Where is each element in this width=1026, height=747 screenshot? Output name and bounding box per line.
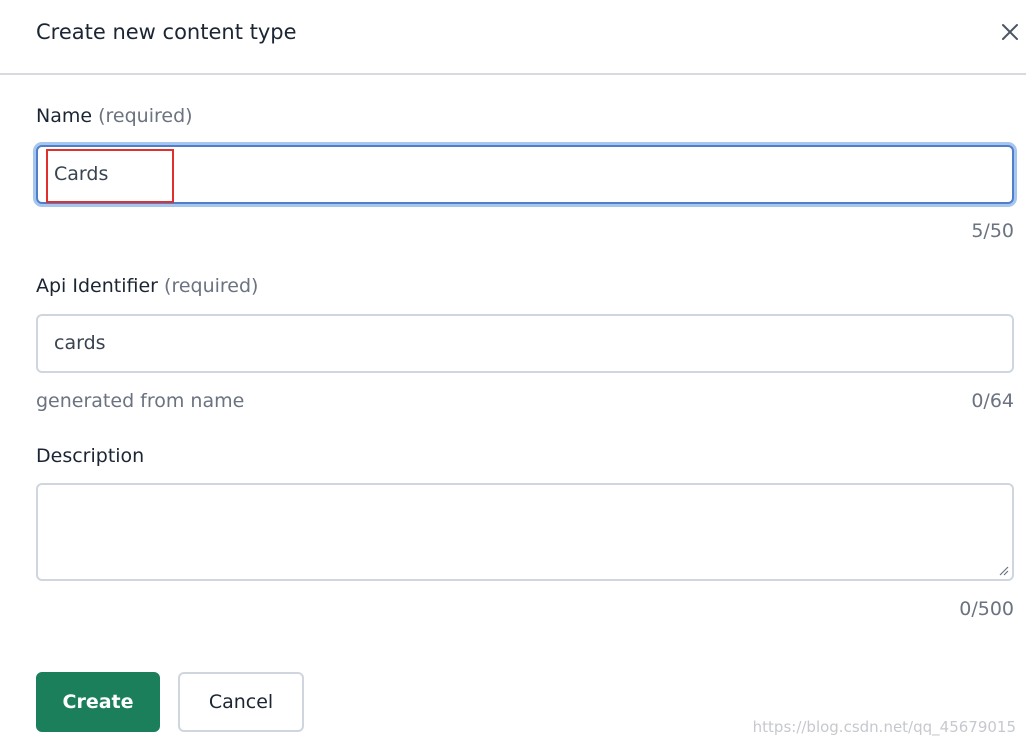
description-counter: 0/500 bbox=[959, 598, 1014, 620]
api-identifier-hint: generated from name bbox=[36, 390, 245, 412]
api-identifier-label-text: Api Identifier bbox=[36, 275, 158, 297]
api-identifier-input[interactable]: cards bbox=[36, 314, 1014, 373]
api-identifier-input-value: cards bbox=[54, 332, 106, 354]
close-icon[interactable] bbox=[1000, 22, 1020, 42]
description-label-text: Description bbox=[36, 445, 145, 467]
highlight-box bbox=[46, 149, 174, 203]
description-textarea[interactable] bbox=[36, 483, 1014, 581]
name-label-text: Name bbox=[36, 105, 93, 127]
name-required-text: (required) bbox=[98, 105, 193, 127]
create-button[interactable]: Create bbox=[36, 672, 160, 732]
name-label: Name (required) bbox=[36, 105, 193, 127]
cancel-button[interactable]: Cancel bbox=[178, 672, 304, 732]
description-label: Description bbox=[36, 445, 144, 467]
name-counter: 5/50 bbox=[971, 220, 1014, 242]
api-identifier-counter: 0/64 bbox=[971, 390, 1014, 412]
api-identifier-required-text: (required) bbox=[164, 275, 259, 297]
dialog-header: Create new content type bbox=[0, 0, 1026, 75]
dialog-title: Create new content type bbox=[36, 20, 297, 44]
name-input[interactable]: Cards bbox=[36, 145, 1014, 204]
watermark: https://blog.csdn.net/qq_45679015 bbox=[752, 718, 1016, 736]
resize-grip-icon[interactable] bbox=[997, 564, 1009, 576]
api-identifier-label: Api Identifier (required) bbox=[36, 275, 258, 297]
